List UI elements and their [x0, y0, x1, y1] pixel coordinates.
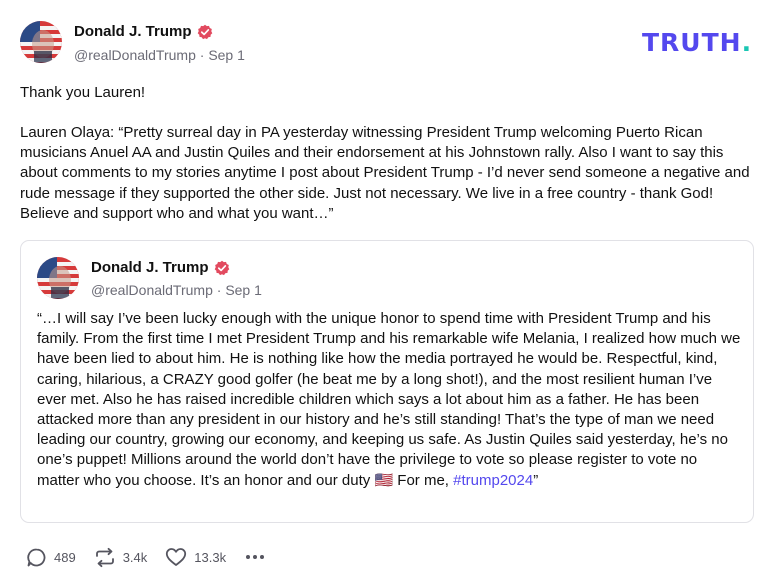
quoted-post-text: “…I will say I’ve been lucky enough with… [37, 309, 742, 491]
us-flag-icon: 🇺🇸 [374, 471, 394, 489]
quoted-author-meta: @realDonaldTrump · Sep 1 [91, 282, 262, 298]
post-intro: Thank you Lauren! [20, 84, 146, 101]
reply-count: 489 [54, 549, 76, 565]
author-meta: @realDonaldTrump · Sep 1 [74, 47, 245, 63]
author-avatar[interactable] [20, 21, 62, 63]
logo-text: TRUTH [642, 28, 742, 57]
more-dot [246, 555, 251, 559]
quoted-author-name-text[interactable]: Donald J. Trump [91, 259, 209, 276]
logo-dot: . [741, 28, 753, 57]
author-handle[interactable]: @realDonaldTrump [74, 47, 196, 63]
quoted-text-body: “…I will say I’ve been lucky enough with… [37, 310, 741, 489]
hashtag-link[interactable]: #trump2024 [453, 472, 533, 489]
post-date[interactable]: Sep 1 [208, 47, 245, 63]
more-dot [253, 555, 258, 559]
action-bar: 489 3.4k 13.3k [26, 546, 265, 568]
like-button[interactable]: 13.3k [165, 547, 226, 567]
quoted-end-quote: ” [533, 471, 539, 489]
quoted-post-date[interactable]: Sep 1 [225, 282, 262, 298]
like-icon [166, 548, 187, 566]
reply-button[interactable]: 489 [26, 547, 76, 568]
retruth-count: 3.4k [122, 549, 148, 565]
more-dot [260, 555, 265, 559]
more-icon[interactable] [246, 555, 265, 559]
author-name-text[interactable]: Donald J. Trump [74, 23, 192, 40]
quoted-closing-text: For me, [393, 471, 454, 489]
quoted-author-avatar[interactable] [37, 257, 79, 299]
truth-logo[interactable]: TRUTH. [642, 28, 752, 57]
like-count: 13.3k [194, 549, 227, 565]
author-name[interactable]: Donald J. Trump [74, 23, 213, 40]
quoted-author-name[interactable]: Donald J. Trump [91, 259, 230, 276]
retruth-icon [95, 547, 114, 567]
post-body: Lauren Olaya: “Pretty surreal day in PA … [20, 124, 750, 222]
reply-icon [27, 548, 46, 566]
quoted-author-handle[interactable]: @realDonaldTrump [91, 282, 213, 298]
verified-badge-icon [214, 260, 230, 276]
verified-badge-icon [197, 24, 213, 40]
retruth-button[interactable]: 3.4k [94, 547, 148, 568]
truth-post: Donald J. Trump @realDonaldTrump · Sep 1… [0, 0, 777, 587]
